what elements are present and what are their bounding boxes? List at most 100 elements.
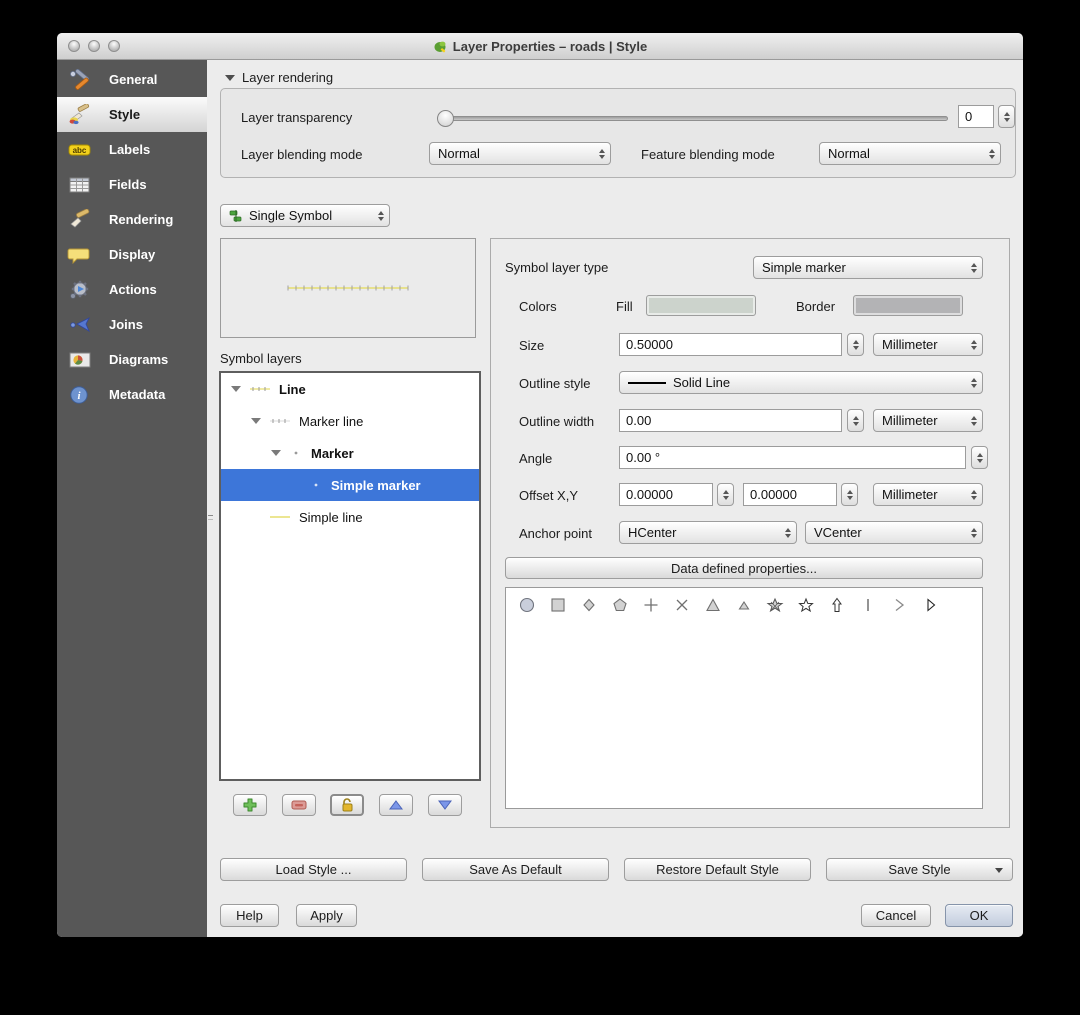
symbol-layer-type-label: Symbol layer type (505, 260, 609, 275)
marker-dot-icon (314, 483, 318, 487)
offset-x-stepper[interactable] (717, 483, 734, 506)
border-color-swatch[interactable] (853, 295, 963, 316)
shape-diamond-icon[interactable] (580, 596, 598, 614)
shape-arrow-icon[interactable] (828, 596, 846, 614)
offset-unit-combo[interactable]: Millimeter (873, 483, 983, 506)
help-button[interactable]: Help (220, 904, 279, 927)
apply-button[interactable]: Apply (296, 904, 357, 927)
move-down-button[interactable] (428, 794, 462, 816)
shape-circle-icon[interactable] (518, 596, 536, 614)
anchor-point-label: Anchor point (519, 526, 592, 541)
restore-default-style-button[interactable]: Restore Default Style (624, 858, 811, 881)
splitter-handle[interactable] (208, 515, 215, 524)
expand-arrow-icon[interactable] (251, 418, 261, 424)
renderer-type-combo[interactable]: Single Symbol (220, 204, 390, 227)
speech-bubble-icon (67, 248, 90, 264)
sidebar-item-display[interactable]: Display (57, 237, 207, 272)
move-down-icon (438, 800, 452, 810)
sidebar-item-style[interactable]: Style (57, 97, 207, 132)
shape-pentagon-icon[interactable] (611, 596, 629, 614)
zoom-button-icon[interactable] (108, 40, 120, 52)
shape-line-icon[interactable] (859, 596, 877, 614)
expand-arrow-icon[interactable] (271, 450, 281, 456)
anchor-h-combo[interactable]: HCenter (619, 521, 797, 544)
outline-width-stepper[interactable] (847, 409, 864, 432)
data-defined-properties-button[interactable]: Data defined properties... (505, 557, 983, 579)
ok-button[interactable]: OK (945, 904, 1013, 927)
sidebar-item-general[interactable]: General (57, 62, 207, 97)
tree-item-marker-line[interactable]: Marker line (221, 405, 479, 437)
minimize-button-icon[interactable] (88, 40, 100, 52)
layer-blending-label: Layer blending mode (241, 147, 363, 162)
lock-symbol-layer-button[interactable] (330, 794, 364, 816)
sidebar-item-rendering[interactable]: Rendering (57, 202, 207, 237)
fill-label: Fill (616, 299, 633, 314)
move-up-button[interactable] (379, 794, 413, 816)
sidebar-item-fields[interactable]: Fields (57, 167, 207, 202)
offset-y-stepper[interactable] (841, 483, 858, 506)
size-stepper[interactable] (847, 333, 864, 356)
shape-arrowhead-icon[interactable] (921, 596, 939, 614)
shape-equilateral-triangle-icon[interactable] (735, 596, 753, 614)
title-bar[interactable]: Layer Properties – roads | Style (57, 33, 1023, 60)
shape-square-icon[interactable] (549, 596, 567, 614)
tree-item-line[interactable]: Line (221, 373, 479, 405)
layer-transparency-slider[interactable] (442, 116, 948, 121)
save-as-default-button[interactable]: Save As Default (422, 858, 609, 881)
sidebar-item-diagrams[interactable]: Diagrams (57, 342, 207, 377)
cancel-button[interactable]: Cancel (861, 904, 931, 927)
info-icon: i (70, 385, 88, 404)
tree-item-simple-line[interactable]: Simple line (221, 501, 479, 533)
outline-width-unit-combo[interactable]: Millimeter (873, 409, 983, 432)
sidebar-item-actions[interactable]: Actions (57, 272, 207, 307)
tree-item-marker[interactable]: Marker (221, 437, 479, 469)
angle-stepper[interactable] (971, 446, 988, 469)
tree-item-simple-marker[interactable]: Simple marker (221, 469, 479, 501)
tools-icon (70, 68, 90, 90)
offset-x-input[interactable]: 0.00000 (619, 483, 713, 506)
feature-blending-combo[interactable]: Normal (819, 142, 1001, 165)
symbol-preview (220, 238, 476, 338)
close-button-icon[interactable] (68, 40, 80, 52)
sidebar-item-metadata[interactable]: i Metadata (57, 377, 207, 412)
fill-color-swatch[interactable] (646, 295, 756, 316)
marker-dot-icon (294, 451, 298, 455)
offset-y-input[interactable]: 0.00000 (743, 483, 837, 506)
anchor-v-combo[interactable]: VCenter (805, 521, 983, 544)
add-symbol-layer-button[interactable] (233, 794, 267, 816)
diagram-icon (69, 352, 91, 367)
outline-width-input[interactable]: 0.00 (619, 409, 842, 432)
layer-transparency-stepper[interactable] (998, 105, 1015, 128)
outline-width-label: Outline width (519, 414, 595, 429)
layer-transparency-slider-handle[interactable] (437, 110, 454, 127)
marker-shape-list[interactable] (505, 587, 983, 809)
shape-triangle-icon[interactable] (704, 596, 722, 614)
symbol-layer-type-combo[interactable]: Simple marker (753, 256, 983, 279)
sidebar-item-joins[interactable]: Joins (57, 307, 207, 342)
combo-arrows-icon (378, 210, 384, 221)
layer-rendering-header[interactable]: Layer rendering (225, 70, 333, 85)
shape-cross2-icon[interactable] (673, 596, 691, 614)
save-style-button[interactable]: Save Style (826, 858, 1013, 881)
marker-line-icon (270, 419, 290, 423)
shape-cross-icon[interactable] (642, 596, 660, 614)
style-page: Layer rendering Layer transparency 0 Lay… (207, 60, 1023, 937)
shape-regular-star-icon[interactable] (797, 596, 815, 614)
remove-symbol-layer-button[interactable] (282, 794, 316, 816)
layer-blending-combo[interactable]: Normal (429, 142, 611, 165)
shape-chevron-icon[interactable] (890, 596, 908, 614)
shape-star-icon[interactable] (766, 596, 784, 614)
size-input[interactable]: 0.50000 (619, 333, 842, 356)
angle-input[interactable]: 0.00 ° (619, 446, 966, 469)
layer-transparency-value[interactable]: 0 (958, 105, 994, 128)
combo-arrows-icon (971, 339, 977, 350)
load-style-button[interactable]: Load Style ... (220, 858, 407, 881)
offset-label: Offset X,Y (519, 488, 579, 503)
sidebar-item-labels[interactable]: abc Labels (57, 132, 207, 167)
expand-arrow-icon[interactable] (231, 386, 241, 392)
paintbrush-icon (69, 103, 90, 124)
outline-style-combo[interactable]: Solid Line (619, 371, 983, 394)
layer-properties-window: Layer Properties – roads | Style General (57, 33, 1023, 937)
size-unit-combo[interactable]: Millimeter (873, 333, 983, 356)
feature-blending-label: Feature blending mode (641, 147, 775, 162)
